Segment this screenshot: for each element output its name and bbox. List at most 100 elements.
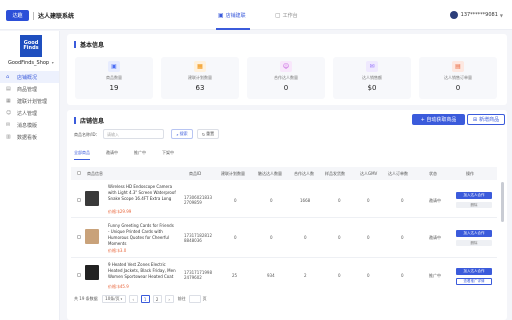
stat-value: 19: [109, 84, 119, 92]
tab-delisted[interactable]: 下架中: [162, 150, 174, 160]
search-button[interactable]: ⌕ 搜索: [171, 129, 193, 139]
reset-button[interactable]: ↻ 重置: [197, 129, 219, 139]
view-promotion-details-button[interactable]: 查看推广详情: [456, 278, 492, 285]
page-button-2[interactable]: 2: [152, 295, 162, 303]
creator-gmv: 0: [367, 235, 370, 240]
user-menu[interactable]: 137******9081 ▼: [449, 11, 503, 19]
prev-page-button[interactable]: ‹: [128, 295, 138, 303]
sales-icon: ✉: [366, 61, 378, 72]
stat-label: 达人销售额: [362, 75, 382, 80]
sidebar-item-templates[interactable]: ✉ 消息模版: [0, 119, 59, 131]
add-product-button[interactable]: ⊞ 新增商品: [467, 114, 505, 125]
tab-label: 店铺建联: [225, 13, 246, 19]
creator-gmv: 0: [367, 273, 370, 278]
reset-icon: ↻: [201, 131, 206, 137]
home-icon: ⌂: [6, 74, 10, 80]
product-search-input[interactable]: [103, 129, 164, 139]
column-header: 合作达人数: [294, 170, 314, 176]
sidebar-item-dashboard[interactable]: ▥ 数据看板: [0, 131, 59, 143]
shop-name: GoodFinds_Shop: [8, 60, 50, 66]
sidebar-item-plans[interactable]: ▦ 建联计划管理: [0, 95, 59, 107]
store-icon: ▣: [218, 12, 224, 19]
search-label-text: 搜索: [179, 131, 188, 136]
jump-suffix: 页: [202, 296, 207, 301]
box-icon: ▤: [6, 86, 11, 92]
table-scrollbar[interactable]: [501, 182, 504, 222]
product-price: 价格:$29.99: [108, 209, 132, 214]
table-row: Wireless HD Endoscope Camera with Light …: [71, 181, 497, 218]
row-checkbox[interactable]: [77, 198, 81, 202]
section-title-text: 店铺信息: [80, 118, 105, 125]
page-button-1[interactable]: 1: [140, 295, 150, 303]
stat-label: 达人销售订单量: [444, 75, 472, 80]
stat-partner-count: ☺ 合作达人数量 0: [247, 57, 325, 99]
product-id: 17306021833 2709859: [184, 195, 212, 205]
reset-label-text: 重置: [206, 131, 215, 136]
app-name: 达人建联系统: [38, 13, 75, 20]
auto-fetch-products-button[interactable]: + 自动获取商品: [412, 114, 465, 125]
sidebar-item-products[interactable]: ▤ 商品管理: [0, 83, 59, 95]
page-size-select[interactable]: 10条/页 ▾: [101, 295, 126, 303]
column-header: 商品ID: [189, 170, 202, 176]
stat-value: 0: [455, 84, 461, 92]
sidebar-item-label: 达人管理: [17, 110, 38, 117]
product-title[interactable]: Wireless HD Endoscope Camera with Light …: [108, 184, 176, 202]
top-bar: 达趣 达人建联系统 ▣ 店铺建联 ▢ 工作台 137******9081 ▼: [0, 0, 512, 30]
next-page-button[interactable]: ›: [164, 295, 174, 303]
tab-store-outreach[interactable]: ▣ 店铺建联: [218, 12, 246, 19]
status-badge: 邀请中: [429, 235, 441, 240]
avatar: [449, 11, 458, 19]
tab-promoting[interactable]: 推广中: [134, 150, 146, 160]
partner-count: 0: [304, 235, 307, 240]
section-accent-bar: [74, 41, 76, 48]
join-creator-cooperation-button[interactable]: 加入达人合作: [456, 230, 492, 237]
jump-page-input[interactable]: [188, 295, 201, 303]
basic-info-card: 基本信息 ▣ 商品数量 19 ▦ 建联计划数量 63 ☺ 合作达人数量 0 ✉ …: [67, 34, 507, 105]
chevron-down-icon: ▼: [499, 12, 503, 18]
reached-count: 0: [270, 235, 273, 240]
section-title-text: 基本信息: [80, 42, 105, 49]
sidebar-item-store-overview[interactable]: ⌂ 店铺概况: [0, 71, 59, 83]
tab-inviting[interactable]: 邀请中: [106, 150, 118, 160]
sidebar-item-label: 建联计划管理: [17, 98, 48, 105]
creator-orders: 0: [401, 273, 404, 278]
join-creator-cooperation-button[interactable]: 加入达人合作: [456, 268, 492, 275]
product-title[interactable]: 9 Heated Vest Zones Electric Heated Jack…: [108, 262, 176, 280]
section-accent-bar: [74, 117, 76, 124]
column-header: 操作: [466, 170, 474, 176]
total-count: 共 19 条数据: [74, 296, 98, 301]
active-tab-indicator: [216, 28, 250, 30]
sidebar-item-label: 店铺概况: [17, 74, 38, 81]
jump-label: 前往: [177, 296, 186, 301]
plan-count: 25: [232, 273, 238, 278]
delete-button[interactable]: 删除: [456, 202, 492, 208]
column-header: 达人GMV: [360, 170, 378, 176]
product-title[interactable]: Funny Greeting Cards for Friends - Uniqu…: [108, 223, 176, 247]
pagination: 共 19 条数据 10条/页 ▾ ‹ 1 2 › 前往 页: [74, 295, 207, 303]
table-header: 商品信息 商品ID 建联计划数量 触达达人数量 合作达人数 样品发货数 达人GM…: [71, 167, 497, 180]
row-checkbox[interactable]: [77, 235, 81, 239]
status-badge: 邀请中: [429, 198, 441, 203]
creator-gmv: 0: [367, 198, 370, 203]
delete-button[interactable]: 删除: [456, 240, 492, 246]
logo-mark: 达趣: [6, 10, 29, 21]
column-header: 达人订单数: [388, 170, 408, 176]
stat-creator-sales: ✉ 达人销售额 $0: [333, 57, 411, 99]
stat-label: 合作达人数量: [274, 75, 298, 80]
user-phone: 137******9081: [460, 12, 498, 18]
sample-count: 0: [338, 235, 341, 240]
plan-count: 0: [234, 235, 237, 240]
sidebar-item-label: 商品管理: [17, 86, 38, 93]
join-creator-cooperation-button[interactable]: 加入达人合作: [456, 192, 492, 199]
row-checkbox[interactable]: [77, 273, 81, 277]
product-thumbnail: [85, 265, 99, 280]
tab-workbench[interactable]: ▢ 工作台: [275, 12, 298, 19]
sidebar-item-creators[interactable]: ☺ 达人管理: [0, 107, 59, 119]
stat-plan-count: ▦ 建联计划数量 63: [161, 57, 239, 99]
select-all-checkbox[interactable]: [77, 171, 81, 175]
shop-switcher[interactable]: GoodFinds_Shop ▾: [8, 60, 54, 66]
tab-all-products[interactable]: 全部商品: [74, 150, 90, 160]
table-row: 9 Heated Vest Zones Electric Heated Jack…: [71, 258, 497, 291]
column-header: 触达达人数量: [258, 170, 282, 176]
chevron-down-icon: ▾: [120, 297, 123, 301]
